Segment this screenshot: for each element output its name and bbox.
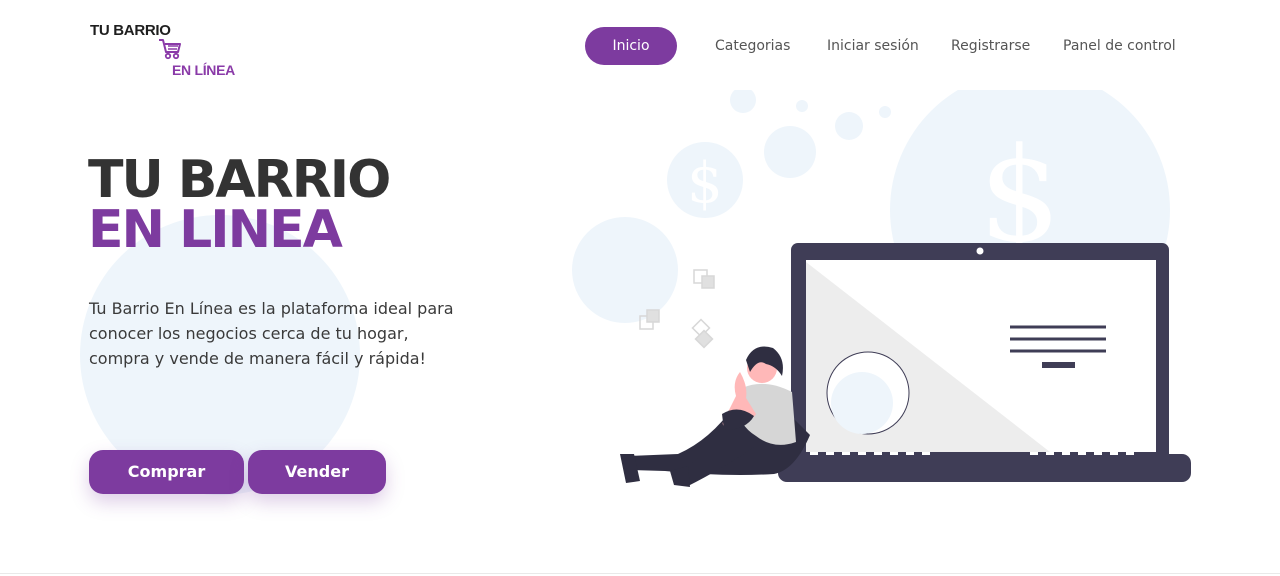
section-divider — [0, 573, 1280, 574]
nav-item-inicio[interactable]: Inicio — [585, 27, 677, 65]
nav-item-iniciar-sesion[interactable]: Iniciar sesión — [827, 27, 919, 65]
sell-button[interactable]: Vender — [248, 450, 386, 494]
person-illustration — [620, 346, 810, 487]
dollar-icon: $ — [687, 151, 723, 216]
nav-item-registrarse[interactable]: Registrarse — [951, 27, 1030, 65]
logo-text-bottom: EN LÍNEA — [172, 62, 235, 78]
shopping-cart-icon — [159, 39, 181, 60]
hero-title: TU BARRIO EN LINEA — [88, 150, 391, 260]
site-logo[interactable]: TU BARRIO EN LÍNEA — [90, 20, 240, 80]
buy-button[interactable]: Comprar — [89, 450, 244, 494]
hero-title-line2: EN LINEA — [88, 200, 343, 260]
laptop — [778, 243, 1191, 482]
hero-description: Tu Barrio En Línea es la plataforma idea… — [89, 299, 454, 368]
hero-title-line1: TU BARRIO — [88, 150, 391, 210]
nav-item-panel-de-control[interactable]: Panel de control — [1063, 27, 1176, 65]
nav-item-categorias[interactable]: Categorias — [715, 27, 790, 65]
hero-illustration: $ $ — [572, 90, 1191, 487]
logo-text-top: TU BARRIO — [90, 22, 171, 39]
